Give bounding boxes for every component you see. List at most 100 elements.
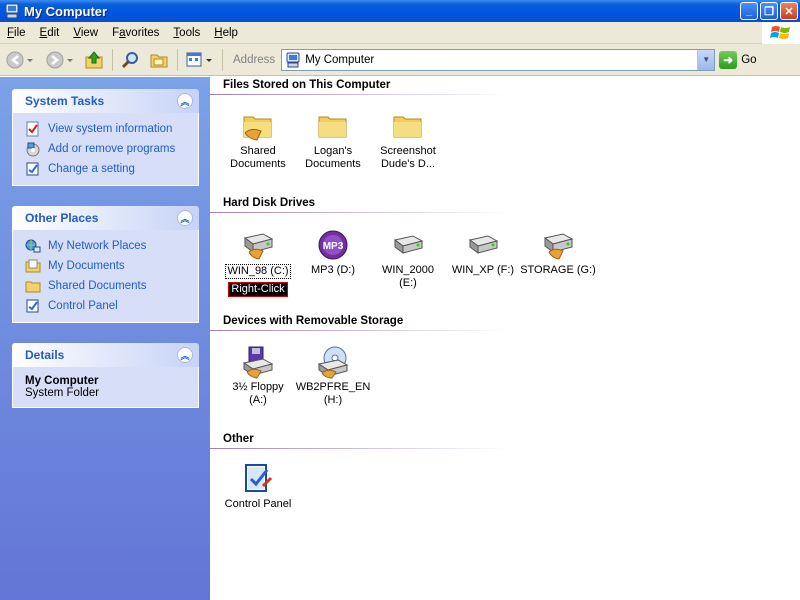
place-shared-documents[interactable]: Shared Documents xyxy=(25,276,198,296)
group-divider xyxy=(210,212,510,213)
drive-a-floppy[interactable]: 3½ Floppy (A:) xyxy=(220,345,296,407)
item-label-line2: (E:) xyxy=(399,277,417,290)
group-divider xyxy=(210,94,510,95)
folder-icon xyxy=(316,109,350,143)
group-divider xyxy=(210,330,510,331)
hard-drive-icon xyxy=(391,228,425,262)
other-places-header[interactable]: Other Places ︽ xyxy=(12,206,199,230)
back-button[interactable] xyxy=(0,47,40,73)
menu-edit[interactable]: Edit xyxy=(33,27,67,39)
my-documents-icon xyxy=(25,258,41,274)
window-title: My Computer xyxy=(24,4,107,19)
item-label-line2: (H:) xyxy=(324,394,342,407)
item-label-line2: Documents xyxy=(230,158,286,171)
folder-screenshot-dudes-documents[interactable]: Screenshot Dude's D... xyxy=(370,109,446,171)
details-panel: Details ︽ My Computer System Folder xyxy=(12,343,199,408)
place-my-network-places[interactable]: My Network Places xyxy=(25,236,198,256)
forward-arrow-icon xyxy=(45,50,75,70)
search-icon xyxy=(121,50,141,70)
maximize-button[interactable]: ❐ xyxy=(760,2,778,20)
task-pane: System Tasks ︽ View system information A… xyxy=(0,77,210,600)
drive-d[interactable]: MP3 MP3 (D:) xyxy=(295,228,371,277)
group-header-files: Files Stored on This Computer xyxy=(223,79,390,91)
minimize-button[interactable]: _ xyxy=(740,2,758,20)
item-label-line1: 3½ Floppy xyxy=(232,381,283,394)
my-computer-icon xyxy=(285,52,301,68)
item-label-line1: Screenshot xyxy=(380,145,436,158)
item-label-line1: MP3 (D:) xyxy=(311,264,355,277)
drive-f[interactable]: WIN_XP (F:) xyxy=(445,228,521,277)
folder-logans-documents[interactable]: Logan's Documents xyxy=(295,109,371,171)
drive-g[interactable]: STORAGE (G:) xyxy=(520,228,596,277)
go-label: Go xyxy=(741,54,756,66)
maximize-icon: ❐ xyxy=(764,5,774,18)
place-label: My Network Places xyxy=(48,240,146,252)
content-pane: Files Stored on This Computer Shared Doc… xyxy=(210,77,800,600)
title-bar[interactable]: My Computer _ ❐ ✕ xyxy=(0,0,800,22)
collapse-icon[interactable]: ︽ xyxy=(177,93,193,109)
folders-icon xyxy=(149,50,169,70)
details-header[interactable]: Details ︽ xyxy=(12,343,199,367)
back-arrow-icon xyxy=(5,50,35,70)
control-panel-item[interactable]: Control Panel xyxy=(220,462,296,511)
menu-view[interactable]: View xyxy=(66,27,105,39)
up-folder-icon xyxy=(84,50,104,70)
other-places-panel: Other Places ︽ My Network Places My Docu… xyxy=(12,206,199,323)
add-remove-programs-icon xyxy=(25,141,41,157)
item-label-line1: WIN_98 (C:) xyxy=(225,264,290,279)
up-folder-button[interactable] xyxy=(80,47,108,73)
task-view-system-info[interactable]: View system information xyxy=(25,119,198,139)
system-tasks-title: System Tasks xyxy=(25,94,104,108)
close-button[interactable]: ✕ xyxy=(780,2,798,20)
mp3-drive-icon: MP3 xyxy=(316,228,350,262)
menu-file[interactable]: File xyxy=(0,27,33,39)
windows-logo-icon xyxy=(762,22,800,44)
task-label: View system information xyxy=(48,123,172,135)
task-label: Add or remove programs xyxy=(48,143,175,155)
my-computer-icon xyxy=(4,3,20,19)
item-label-line1: Shared xyxy=(240,145,275,158)
folders-button[interactable] xyxy=(145,47,173,73)
other-places-title: Other Places xyxy=(25,211,98,225)
menu-tools[interactable]: Tools xyxy=(166,27,207,39)
forward-button[interactable] xyxy=(40,47,80,73)
menu-bar: File Edit View Favorites Tools Help xyxy=(0,22,800,44)
collapse-icon[interactable]: ︽ xyxy=(177,210,193,226)
item-label-line1: WB2PFRE_EN xyxy=(296,381,371,394)
task-change-setting[interactable]: Change a setting xyxy=(25,159,198,179)
group-header-hdd: Hard Disk Drives xyxy=(223,197,315,209)
shared-hard-drive-icon xyxy=(241,228,275,262)
views-button[interactable] xyxy=(182,47,218,73)
go-arrow-icon: ➜ xyxy=(719,51,737,69)
go-button[interactable]: ➜ Go xyxy=(719,51,756,69)
item-label-line1: WIN_2000 xyxy=(382,264,434,277)
system-tasks-panel: System Tasks ︽ View system information A… xyxy=(12,89,199,186)
menu-help[interactable]: Help xyxy=(207,27,245,39)
toolbar-separator xyxy=(222,49,223,71)
details-name: My Computer xyxy=(25,375,198,387)
folder-icon xyxy=(25,278,41,294)
views-icon xyxy=(185,50,215,70)
place-control-panel[interactable]: Control Panel xyxy=(25,296,198,316)
control-panel-icon xyxy=(241,462,275,496)
address-bar[interactable]: My Computer ▼ xyxy=(281,49,715,71)
details-subtitle: System Folder xyxy=(25,387,198,399)
menu-favorites[interactable]: Favorites xyxy=(105,27,166,39)
address-value: My Computer xyxy=(305,54,374,66)
address-label: Address xyxy=(233,54,275,66)
shared-folder-icon xyxy=(241,109,275,143)
item-label-line2: Dude's D... xyxy=(381,158,435,171)
system-tasks-header[interactable]: System Tasks ︽ xyxy=(12,89,199,113)
toolbar-separator xyxy=(177,49,178,71)
drive-c[interactable]: WIN_98 (C:) Right-Click xyxy=(220,228,296,297)
drive-h-cd[interactable]: WB2PFRE_EN (H:) xyxy=(295,345,371,407)
address-dropdown-button[interactable]: ▼ xyxy=(697,50,714,70)
place-label: Shared Documents xyxy=(48,280,146,292)
place-my-documents[interactable]: My Documents xyxy=(25,256,198,276)
search-button[interactable] xyxy=(117,47,145,73)
folder-shared-documents[interactable]: Shared Documents xyxy=(220,109,296,171)
task-add-remove-programs[interactable]: Add or remove programs xyxy=(25,139,198,159)
drive-e[interactable]: WIN_2000 (E:) xyxy=(370,228,446,290)
item-label-line2: (A:) xyxy=(249,394,267,407)
collapse-icon[interactable]: ︽ xyxy=(177,347,193,363)
